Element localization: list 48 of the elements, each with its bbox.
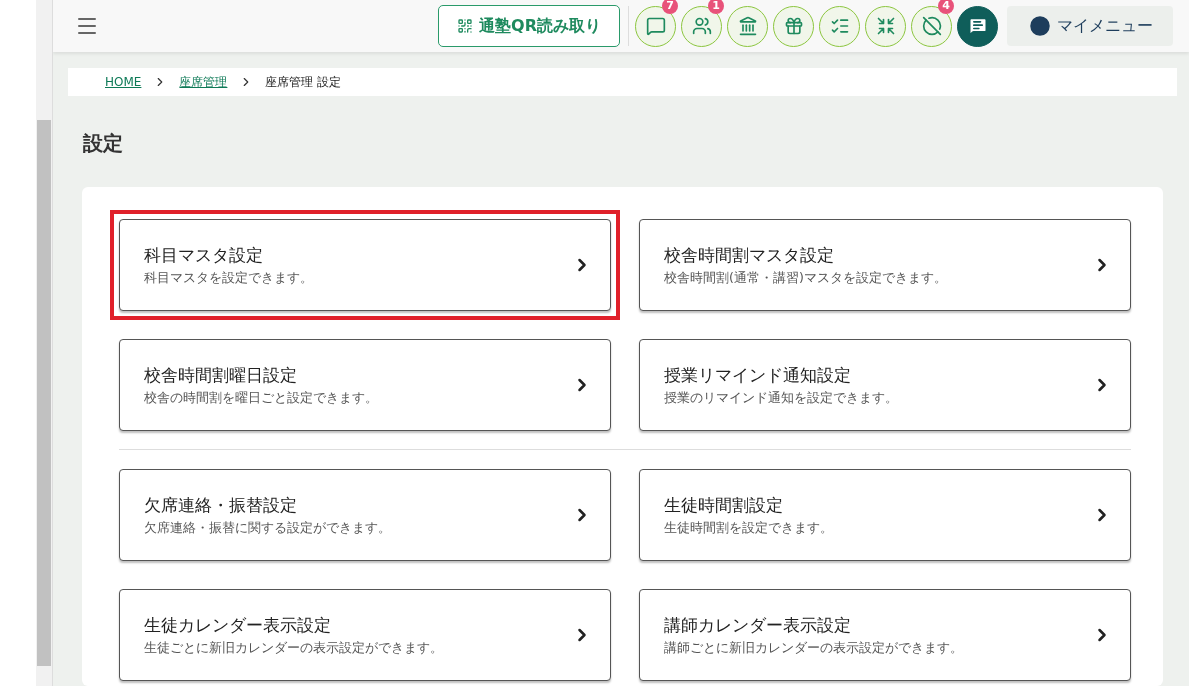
checklist-icon bbox=[829, 16, 850, 36]
chat-icon bbox=[967, 16, 988, 36]
page-title: 設定 bbox=[83, 130, 124, 157]
checklist-icon-button[interactable] bbox=[819, 5, 860, 47]
breadcrumb-current: 座席管理 設定 bbox=[265, 73, 342, 91]
settings-tile[interactable]: 校舎時間割曜日設定 校舎の時間割を曜日ごと設定できます。 bbox=[119, 339, 611, 431]
chat-icon bbox=[645, 16, 666, 36]
settings-tile[interactable]: 講師カレンダー表示設定 講師ごとに新旧カレンダーの表示設定ができます。 bbox=[639, 589, 1131, 681]
breadcrumb-link[interactable]: 座席管理 bbox=[179, 73, 228, 91]
settings-tile[interactable]: 授業リマインド通知設定 授業のリマインド通知を設定できます。 bbox=[639, 339, 1131, 431]
arrows-inward-icon-button[interactable] bbox=[865, 5, 906, 47]
chat-icon-button[interactable] bbox=[957, 5, 998, 47]
notification-badge: 7 bbox=[662, 0, 678, 14]
notification-badge: 1 bbox=[708, 0, 724, 14]
tile-title: 生徒時間割設定 bbox=[664, 493, 784, 517]
tile-title: 講師カレンダー表示設定 bbox=[664, 613, 852, 637]
tile-description: 講師ごとに新旧カレンダーの表示設定ができます。 bbox=[664, 639, 964, 657]
breadcrumb-link[interactable]: HOME bbox=[105, 75, 142, 89]
tile-description: 生徒時間割を設定できます。 bbox=[664, 519, 834, 537]
arrows-inward-icon bbox=[875, 16, 896, 36]
gift-icon bbox=[783, 16, 804, 36]
scrollbar[interactable] bbox=[36, 0, 53, 686]
tile-title: 科目マスタ設定 bbox=[144, 243, 264, 267]
tile-description: 欠席連絡・振替に関する設定ができます。 bbox=[144, 519, 392, 537]
tile-title: 校舎時間割マスタ設定 bbox=[664, 243, 835, 267]
tile-title: 欠席連絡・振替設定 bbox=[144, 493, 298, 517]
tile-description: 科目マスタを設定できます。 bbox=[144, 269, 314, 287]
qr-scan-button[interactable]: 通塾QR読み取り bbox=[438, 5, 620, 47]
people-icon bbox=[691, 16, 712, 36]
settings-tile[interactable]: 校舎時間割マスタ設定 校舎時間割(通常・講習)マスタを設定できます。 bbox=[639, 219, 1131, 311]
tile-description: 校舎時間割(通常・講習)マスタを設定できます。 bbox=[664, 269, 948, 287]
settings-tile[interactable]: 生徒カレンダー表示設定 生徒ごとに新旧カレンダーの表示設定ができます。 bbox=[119, 589, 611, 681]
tile-title: 授業リマインド通知設定 bbox=[664, 363, 852, 387]
crossed-circle-icon bbox=[921, 16, 942, 36]
building-icon-button[interactable] bbox=[727, 5, 768, 47]
tile-title: 生徒カレンダー表示設定 bbox=[144, 613, 332, 637]
tile-description: 校舎の時間割を曜日ごと設定できます。 bbox=[144, 389, 379, 407]
qr-code-icon bbox=[457, 18, 474, 34]
tile-title: 校舎時間割曜日設定 bbox=[144, 363, 298, 387]
settings-tile[interactable]: 欠席連絡・振替設定 欠席連絡・振替に関する設定ができます。 bbox=[119, 469, 611, 561]
my-menu-button[interactable]: マイメニュー bbox=[1007, 6, 1173, 46]
notification-badge: 4 bbox=[938, 0, 954, 14]
gift-icon-button[interactable] bbox=[773, 5, 814, 47]
tile-description: 生徒ごとに新旧カレンダーの表示設定ができます。 bbox=[144, 639, 444, 657]
settings-tile[interactable]: 科目マスタ設定 科目マスタを設定できます。 bbox=[119, 219, 611, 311]
tile-description: 授業のリマインド通知を設定できます。 bbox=[664, 389, 899, 407]
settings-tile[interactable]: 生徒時間割設定 生徒時間割を設定できます。 bbox=[639, 469, 1131, 561]
building-icon bbox=[737, 16, 758, 36]
